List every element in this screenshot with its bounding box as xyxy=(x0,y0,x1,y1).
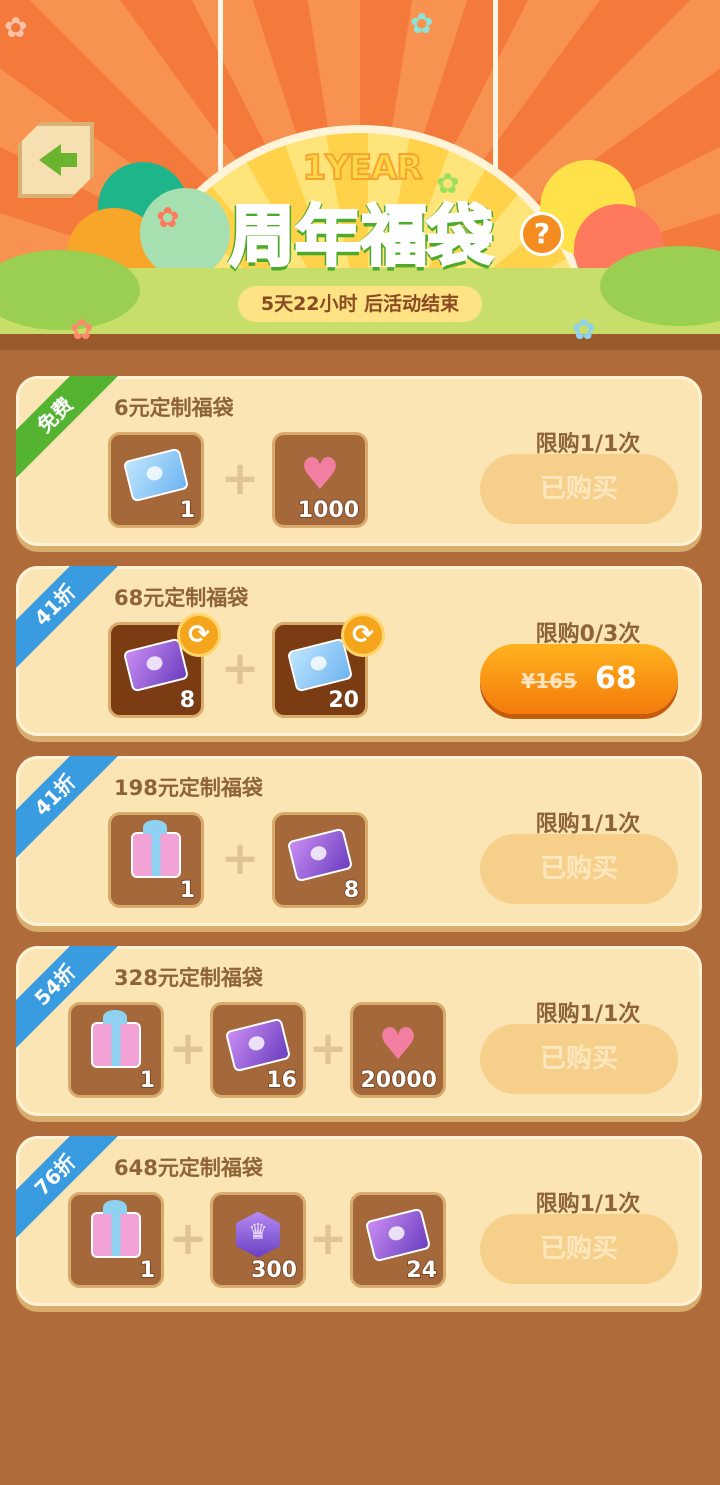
offer-title: 68元定制福袋 xyxy=(114,586,249,610)
reward-count: 1 xyxy=(139,1257,156,1284)
gift-box-icon xyxy=(91,1009,141,1068)
gift-box-icon xyxy=(131,819,181,878)
flower-icon: ✿ xyxy=(410,7,434,40)
reward-slot[interactable]: 1 xyxy=(68,1002,164,1098)
refresh-icon[interactable]: ⟳ xyxy=(177,613,221,657)
flower-icon: ✿ xyxy=(436,167,460,200)
reward-count: 24 xyxy=(406,1257,438,1284)
reward-count: 8 xyxy=(343,877,360,904)
original-price: ¥165 xyxy=(521,669,577,693)
reward-count: 8 xyxy=(179,687,196,714)
back-button[interactable] xyxy=(18,122,94,198)
blue-ticket-icon xyxy=(122,447,190,502)
purple-ticket-icon xyxy=(364,1207,432,1262)
reward-slot[interactable]: 1 xyxy=(108,812,204,908)
help-button[interactable]: ? xyxy=(520,212,564,256)
reward-count: 1000 xyxy=(297,497,360,524)
purple-ticket-icon xyxy=(224,1017,292,1072)
hanging-rope xyxy=(218,0,223,175)
reward-slot[interactable]: 8 xyxy=(272,812,368,908)
flower-icon: ✿ xyxy=(4,11,28,44)
offer-title: 198元定制福袋 xyxy=(114,776,263,800)
plus-sign: + xyxy=(220,641,260,695)
flower-icon: ✿ xyxy=(572,313,596,346)
reward-slot[interactable]: 20 ⟳ xyxy=(272,613,385,718)
page-title: 周年福袋 xyxy=(228,196,495,277)
refresh-icon[interactable]: ⟳ xyxy=(341,613,385,657)
event-header: ✿ ✿ ✿ ✿ ✿ ✿ 1YEAR 周年福袋 ? 5天22小时 后活动结束 xyxy=(0,0,720,350)
reward-slot[interactable]: 300 xyxy=(210,1192,306,1288)
reward-count: 20000 xyxy=(360,1067,438,1094)
reward-count: 300 xyxy=(250,1257,297,1284)
reward-count: 20 xyxy=(328,687,360,714)
reward-count: 16 xyxy=(266,1067,298,1094)
purchased-button[interactable]: 已购买 xyxy=(480,1214,678,1284)
reward-slot[interactable]: 16 xyxy=(210,1002,306,1098)
purchased-button[interactable]: 已购买 xyxy=(480,834,678,904)
flower-icon: ✿ xyxy=(156,201,180,234)
offer-card: 41折 198元定制福袋 1 + 8 限购1/1次 已购买 xyxy=(16,756,702,926)
purchased-button[interactable]: 已购买 xyxy=(480,1024,678,1094)
offer-card: 免费 6元定制福袋 1 + ♥ 1000 限购1/1次 已购买 xyxy=(16,376,702,546)
crown-hexagon-icon xyxy=(236,1211,280,1258)
buy-button[interactable]: ¥165 68 xyxy=(480,644,678,714)
plus-sign: + xyxy=(308,1211,348,1265)
plus-sign: + xyxy=(220,451,260,505)
offer-card: 41折 68元定制福袋 8 ⟳ + 20 ⟳ 限购0/3次 ¥165 68 xyxy=(16,566,702,736)
reward-slot[interactable]: ♥ 20000 xyxy=(350,1002,446,1098)
offer-card: 76折 648元定制福袋 1 + 300 + 24 限购1/1次 已购买 xyxy=(16,1136,702,1306)
reward-count: 1 xyxy=(179,497,196,524)
plus-sign: + xyxy=(308,1021,348,1075)
reward-slot[interactable]: ♥ 1000 xyxy=(272,432,368,528)
offer-card: 54折 328元定制福袋 1 + 16 + ♥ 20000 限购1/1次 已购买 xyxy=(16,946,702,1116)
plus-sign: + xyxy=(168,1021,208,1075)
offer-title: 328元定制福袋 xyxy=(114,966,263,990)
flower-icon: ✿ xyxy=(70,313,94,346)
event-countdown: 5天22小时 后活动结束 xyxy=(238,286,482,322)
back-arrow-icon xyxy=(39,144,77,176)
plus-sign: + xyxy=(168,1211,208,1265)
sale-price: 68 xyxy=(594,661,637,696)
offer-title: 6元定制福袋 xyxy=(114,396,234,420)
heart-icon: ♥ xyxy=(378,1018,418,1070)
reward-slot[interactable]: 1 xyxy=(68,1192,164,1288)
reward-count: 1 xyxy=(179,877,196,904)
ground-strip xyxy=(0,334,720,350)
reward-slot[interactable]: 1 xyxy=(108,432,204,528)
heart-icon: ♥ xyxy=(300,448,340,500)
year-label: 1YEAR xyxy=(302,147,424,189)
offer-title: 648元定制福袋 xyxy=(114,1156,263,1180)
purple-ticket-icon xyxy=(286,827,354,882)
hanging-rope xyxy=(493,0,498,175)
reward-slot[interactable]: 24 xyxy=(350,1192,446,1288)
reward-count: 1 xyxy=(139,1067,156,1094)
gift-box-icon xyxy=(91,1199,141,1258)
purchased-button[interactable]: 已购买 xyxy=(480,454,678,524)
reward-slot[interactable]: 8 ⟳ xyxy=(108,613,221,718)
plus-sign: + xyxy=(220,831,260,885)
